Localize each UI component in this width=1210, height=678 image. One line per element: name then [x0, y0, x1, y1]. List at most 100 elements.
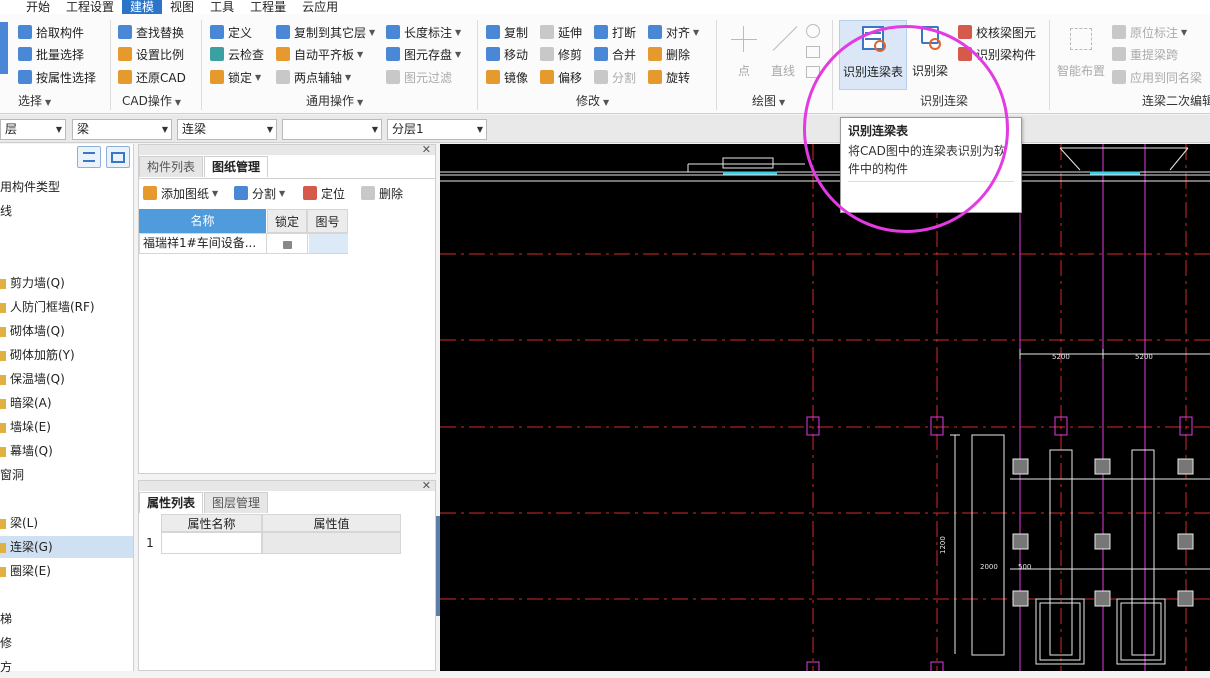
smart-layout-button[interactable]: 智能布置 [1057, 22, 1105, 79]
property-name-cell[interactable] [161, 532, 262, 554]
length-dimension-button[interactable]: 长度标注 ▼ [386, 22, 461, 42]
tree-item[interactable] [0, 248, 133, 270]
extend-button[interactable]: 延伸 [540, 22, 582, 42]
col-header-name[interactable]: 名称 [139, 209, 266, 233]
rotate-button[interactable]: 旋转 [648, 67, 690, 87]
tree-item-masonry-rebar[interactable]: 砌体加筋(Y) [0, 344, 133, 366]
tab-drawing-management[interactable]: 图纸管理 [204, 156, 269, 177]
tree-item-beam[interactable]: 梁(L) [0, 512, 133, 534]
menu-view[interactable]: 视图 [162, 0, 202, 14]
tree-item-earthwork[interactable]: 方 [0, 656, 133, 678]
two-point-axis-button[interactable]: 两点辅轴 ▼ [276, 67, 351, 87]
align-button[interactable]: 对齐 ▼ [648, 22, 699, 42]
tree-item-window-opening[interactable]: 窗洞 [0, 464, 133, 486]
tree-item-stairs[interactable]: 梯 [0, 608, 133, 630]
tree-item-civil-defense-wall[interactable]: 人防门框墙(RF) [0, 296, 133, 318]
tree-item-hidden-beam[interactable]: 暗梁(A) [0, 392, 133, 414]
lock-button[interactable]: 锁定 ▼ [210, 67, 261, 87]
detail-view-button[interactable] [106, 146, 130, 168]
rect-icon[interactable] [806, 46, 820, 58]
col-header-property-value[interactable]: 属性值 [262, 514, 401, 532]
save-element-button[interactable]: 图元存盘 ▼ [386, 44, 461, 64]
menu-start[interactable]: 开始 [18, 0, 58, 14]
tree-item-masonry-wall[interactable]: 砌体墙(Q) [0, 320, 133, 342]
point-button[interactable]: 点 [727, 22, 761, 79]
locate-button[interactable]: 定位 [303, 183, 345, 203]
split-drawing-button[interactable]: 分割 ▼ [234, 183, 285, 203]
component-select[interactable]: ▼ [282, 119, 382, 140]
menu-project-settings[interactable]: 工程设置 [58, 0, 122, 14]
tab-property-list[interactable]: 属性列表 [139, 492, 204, 513]
split-button[interactable]: 分割 [594, 67, 636, 87]
group-title-common[interactable]: 通用操作 ▼ [306, 92, 363, 109]
batch-select-button[interactable]: 批量选择 [18, 44, 84, 64]
tree-item-insulation-wall[interactable]: 保温墙(Q) [0, 368, 133, 390]
floor-select[interactable]: 分层1 ▼ [387, 119, 487, 140]
move-button[interactable]: 移动 [486, 44, 528, 64]
col-header-property-name[interactable]: 属性名称 [161, 514, 262, 532]
delete-button[interactable]: 删除 [648, 44, 690, 64]
tree-item[interactable] [0, 488, 133, 510]
group-title-select[interactable]: 选择 ▼ [18, 92, 51, 109]
close-icon[interactable]: ✕ [422, 143, 431, 156]
auto-align-slab-button[interactable]: 自动平齐板 ▼ [276, 44, 363, 64]
tree-item-wall-pier[interactable]: 墙垛(E) [0, 416, 133, 438]
tree-item[interactable] [0, 584, 133, 606]
tree-item-shear-wall[interactable]: 剪力墙(Q) [0, 272, 133, 294]
find-replace-button[interactable]: 查找替换 [118, 22, 184, 42]
restore-cad-button[interactable]: 还原CAD [118, 67, 186, 87]
pick-component-button[interactable]: 拾取构件 [18, 22, 84, 42]
col-header-number[interactable]: 图号 [307, 209, 348, 233]
delete-drawing-button[interactable]: 删除 [361, 183, 403, 203]
apply-same-name-button[interactable]: 应用到同名梁 [1112, 67, 1202, 87]
merge-button[interactable]: 合并 [594, 44, 636, 64]
type-select[interactable]: 梁 ▼ [72, 119, 172, 140]
break-button[interactable]: 打断 [594, 22, 636, 42]
menu-quantities[interactable]: 工程量 [242, 0, 294, 14]
table-row[interactable]: 1 [139, 532, 401, 554]
number-cell[interactable] [309, 234, 348, 253]
tree-item-decoration[interactable]: 修 [0, 632, 133, 654]
polyline-icon[interactable] [806, 66, 820, 78]
tree-item-ring-beam[interactable]: 圈梁(E) [0, 560, 133, 582]
table-row[interactable]: 福瑞祥1#车间设备... [139, 233, 348, 254]
locked-cell[interactable] [268, 234, 308, 253]
menu-cloud[interactable]: 云应用 [294, 0, 346, 14]
close-icon[interactable]: ✕ [422, 479, 431, 492]
copy-to-floor-button[interactable]: 复制到其它层 ▼ [276, 22, 375, 42]
tree-item-link-beam[interactable]: 连梁(G) [0, 536, 133, 558]
recognize-beam-button[interactable]: 识别梁 [912, 22, 948, 79]
group-title-draw[interactable]: 绘图 ▼ [752, 92, 785, 109]
add-drawing-button[interactable]: 添加图纸 ▼ [143, 183, 218, 203]
recognize-link-beam-table-button[interactable]: 识别连梁表 [839, 20, 907, 90]
list-view-button[interactable] [77, 146, 101, 168]
check-beam-element-button[interactable]: 校核梁图元 [958, 22, 1036, 42]
tree-item[interactable]: 用构件类型 [0, 176, 133, 198]
col-header-locked[interactable]: 锁定 [267, 209, 307, 233]
menu-tools[interactable]: 工具 [202, 0, 242, 14]
select-big-button[interactable] [0, 22, 8, 74]
element-filter-button[interactable]: 图元过滤 [386, 67, 452, 87]
property-value-cell[interactable] [262, 532, 401, 554]
re-extract-span-button[interactable]: 重提梁跨 [1112, 44, 1178, 64]
group-title-cad[interactable]: CAD操作 ▼ [122, 92, 181, 109]
arc-icon[interactable] [806, 24, 820, 38]
cad-canvas[interactable]: 5200 5200 2000 500 1200 [440, 144, 1210, 671]
tree-item[interactable]: 线 [0, 200, 133, 222]
select-by-property-button[interactable]: 按属性选择 [18, 67, 96, 87]
tree-item[interactable] [0, 224, 133, 246]
copy-button[interactable]: 复制 [486, 22, 528, 42]
menu-modeling[interactable]: 建模 [122, 0, 163, 14]
cloud-check-button[interactable]: 云检查 [210, 44, 264, 64]
set-scale-button[interactable]: 设置比例 [118, 44, 184, 64]
tree-item-curtain-wall[interactable]: 幕墙(Q) [0, 440, 133, 462]
trim-button[interactable]: 修剪 [540, 44, 582, 64]
tab-layer-management[interactable]: 图层管理 [204, 492, 269, 513]
subtype-select[interactable]: 连梁 ▼ [177, 119, 277, 140]
offset-button[interactable]: 偏移 [540, 67, 582, 87]
define-button[interactable]: 定义 [210, 22, 252, 42]
drawing-name-cell[interactable]: 福瑞祥1#车间设备... [140, 234, 267, 253]
mirror-button[interactable]: 镜像 [486, 67, 528, 87]
line-button[interactable]: 直线 [766, 22, 800, 79]
in-place-annotation-button[interactable]: 原位标注 ▼ [1112, 22, 1187, 42]
